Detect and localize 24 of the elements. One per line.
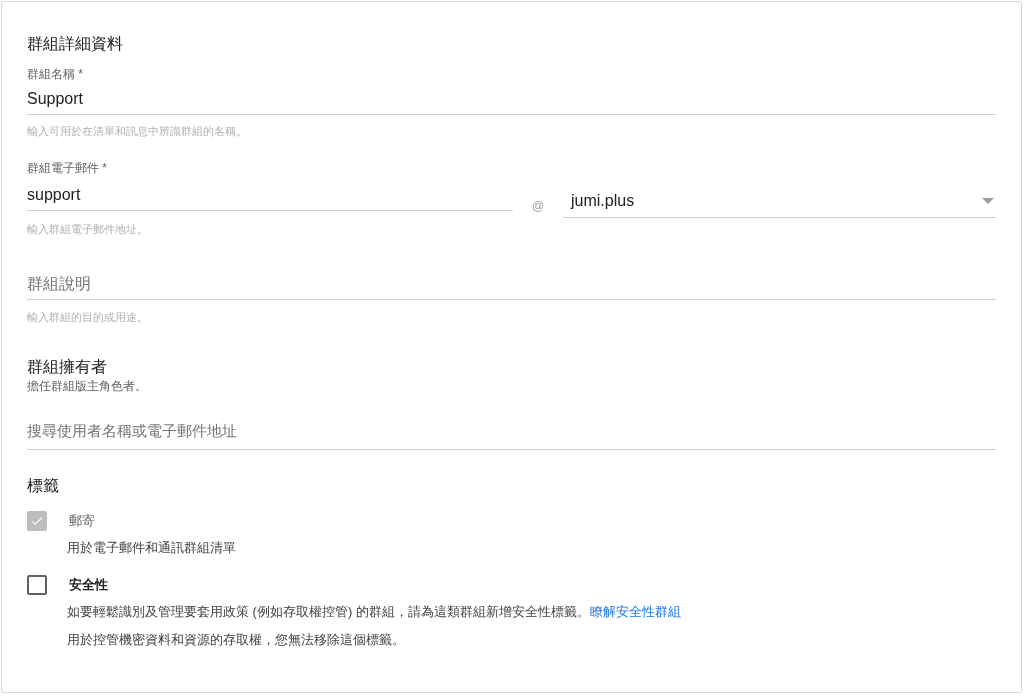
at-sign: @ — [530, 199, 546, 213]
owners-subtitle: 擔任群組版主角色者。 — [27, 378, 148, 394]
group-email-field[interactable]: support — [27, 182, 513, 211]
field-label: 群組名稱 * — [27, 66, 84, 82]
field-hint: 輸入群組的目的或用途。 — [27, 310, 149, 325]
checkbox-label: 郵寄 — [69, 512, 95, 530]
group-name-field[interactable]: Support — [27, 86, 996, 115]
field-hint: 輸入群組電子郵件地址。 — [27, 222, 149, 237]
check-icon — [30, 514, 44, 528]
label-description: 用於電子郵件和通訊群組清單 — [67, 539, 237, 557]
checkbox-label: 安全性 — [69, 576, 108, 594]
owners-title: 群組擁有者 — [27, 357, 108, 377]
owner-search-field[interactable]: 搜尋使用者名稱或電子郵件地址 — [27, 418, 996, 450]
domain-dropdown[interactable]: jumi.plus — [563, 184, 996, 218]
dropdown-caret-icon — [982, 198, 994, 204]
field-hint: 輸入可用於在清單和訊息中辨識群組的名稱。 — [27, 124, 248, 139]
labels-title: 標籤 — [27, 476, 60, 496]
group-description-field[interactable]: 群組說明 — [27, 271, 996, 300]
checkbox[interactable] — [27, 575, 47, 595]
label-note: 用於控管機密資料和資源的存取權，您無法移除這個標籤。 — [67, 631, 406, 649]
label-description: 如要輕鬆識別及管理要套用政策 (例如存取權控管) 的群組，請為這類群組新增安全性標籤。瞭解安全性群組 — [67, 603, 682, 621]
learn-more-link[interactable]: 瞭解安全性群組 — [589, 604, 681, 619]
section-title: 群組詳細資料 — [27, 34, 124, 54]
field-label: 群組電子郵件 * — [27, 160, 108, 176]
